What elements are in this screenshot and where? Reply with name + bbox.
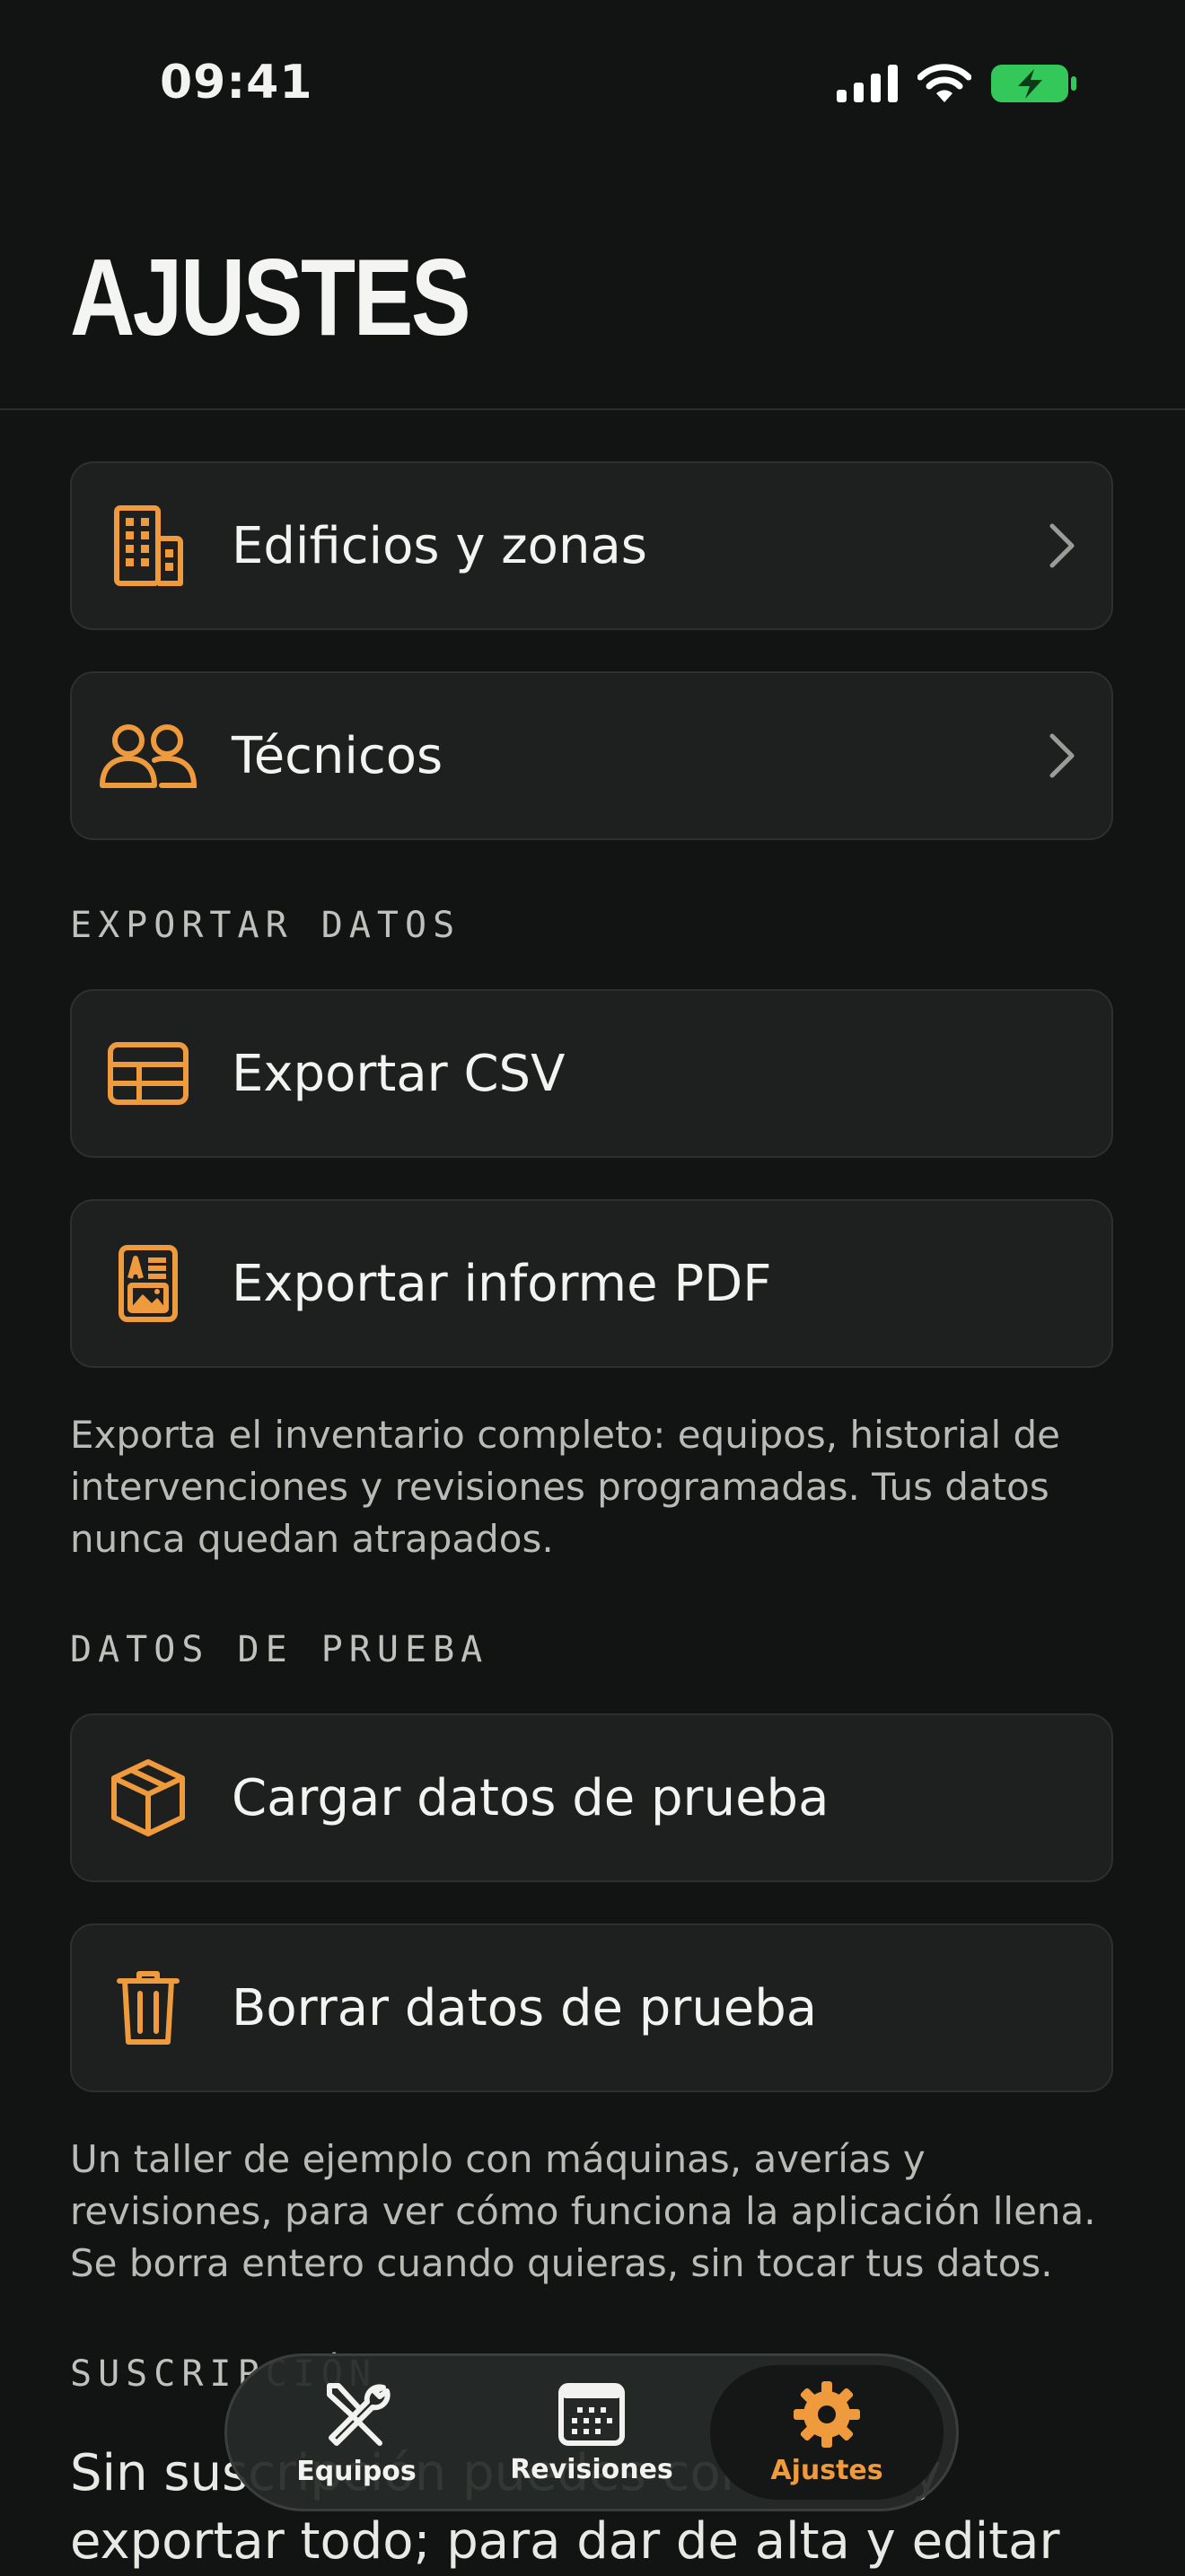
wifi-icon <box>917 64 971 102</box>
load-test-data-row[interactable]: Cargar datos de prueba <box>70 1713 1113 1882</box>
report-icon <box>99 1239 198 1328</box>
export-csv-label: Exportar CSV <box>232 1044 566 1103</box>
test-data-section-header: DATOS DE PRUEBA <box>70 1629 489 1670</box>
delete-test-data-label: Borrar datos de prueba <box>232 1978 818 2037</box>
buildings-zones-row[interactable]: Edificios y zonas <box>70 461 1113 630</box>
calendar-icon <box>558 2382 625 2446</box>
tab-equipos-label: Equipos <box>296 2455 417 2487</box>
chevron-right-icon <box>1049 733 1075 778</box>
table-icon <box>99 1029 198 1118</box>
export-section-header: EXPORTAR DATOS <box>70 905 461 946</box>
test-data-note: Un taller de ejemplo con máquinas, averí… <box>70 2137 1096 2285</box>
tab-ajustes-label: Ajustes <box>770 2454 883 2486</box>
tab-equipos[interactable]: Equipos <box>240 2365 473 2500</box>
status-icons <box>837 63 1077 104</box>
load-test-data-label: Cargar datos de prueba <box>232 1768 830 1827</box>
export-pdf-label: Exportar informe PDF <box>232 1254 772 1313</box>
delete-test-data-row[interactable]: Borrar datos de prueba <box>70 1923 1113 2092</box>
buildings-zones-label: Edificios y zonas <box>232 516 647 575</box>
trash-icon <box>99 1963 198 2053</box>
page-title: AJUSTES <box>70 236 471 358</box>
tab-revisiones[interactable]: Revisiones <box>475 2365 708 2500</box>
header-divider <box>0 408 1185 410</box>
status-time: 09:41 <box>160 56 313 110</box>
export-note: Exporta el inventario completo: equipos,… <box>70 1413 1061 1561</box>
building-icon <box>99 501 198 591</box>
export-pdf-row[interactable]: Exportar informe PDF <box>70 1199 1113 1368</box>
box-icon <box>99 1753 198 1843</box>
users-icon <box>99 711 198 801</box>
battery-charging-icon <box>991 65 1076 102</box>
chevron-right-icon <box>1049 523 1075 568</box>
technicians-row[interactable]: Técnicos <box>70 671 1113 840</box>
technicians-label: Técnicos <box>232 726 443 785</box>
tab-bar: Equipos Revisiones Ajustes <box>224 2353 959 2511</box>
export-csv-row[interactable]: Exportar CSV <box>70 989 1113 1158</box>
tools-icon <box>327 2382 391 2446</box>
tab-ajustes[interactable]: Ajustes <box>710 2365 944 2500</box>
gear-icon <box>794 2380 860 2448</box>
cellular-signal-icon <box>837 65 898 102</box>
tab-revisiones-label: Revisiones <box>510 2453 673 2485</box>
